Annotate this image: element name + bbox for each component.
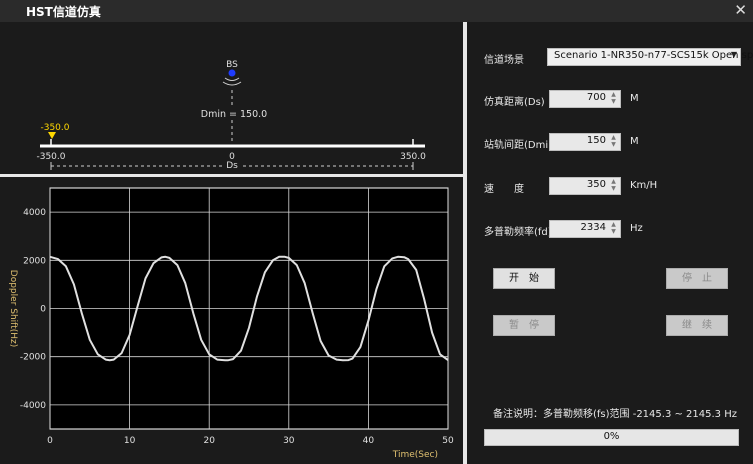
distance-value: 700 — [586, 92, 606, 103]
scenario-select[interactable]: Scenario 1-NR350-n77-SCS15k Open space ▼ — [547, 48, 753, 66]
x-tick-label: 40 — [363, 436, 375, 446]
ds-label: Ds — [226, 161, 238, 171]
train-position-text: -350.0 — [40, 123, 69, 133]
speed-unit: Km/H — [630, 180, 658, 191]
distance-unit: M — [630, 93, 639, 104]
progress-text: 0% — [603, 431, 620, 442]
start-button[interactable]: 开 始 — [493, 268, 555, 289]
spin-arrows-icon[interactable]: ▲ ▼ — [609, 91, 618, 107]
distance-field[interactable]: 700 ▲ ▼ — [549, 90, 621, 108]
track-diagram: BS Dmin = 150.0 -350.0 -350.0 0 350.0 Ds — [36, 60, 426, 171]
doppler-label: 多普勒频率(fd) — [484, 227, 552, 238]
speed-field[interactable]: 350 ▲ ▼ — [549, 177, 621, 195]
signal-wave-icon — [222, 77, 242, 86]
stop-button[interactable]: 停 止 — [666, 268, 728, 289]
note-text: 备注说明：多普勒频移(fs)范围 -2145.3 ~ 2145.3 Hz — [493, 409, 737, 420]
speed-value: 350 — [586, 179, 606, 190]
dmin-field[interactable]: 150 ▲ ▼ — [549, 133, 621, 151]
bs-label: BS — [226, 60, 238, 70]
dmin-label: 站轨间距(Dmin) — [484, 140, 559, 151]
x-tick-label: 50 — [442, 436, 454, 446]
y-tick-label: -4000 — [20, 401, 46, 411]
y-axis-label: Doppler Shift(Hz) — [8, 270, 18, 347]
scenario-value: Scenario 1-NR350-n77-SCS15k Open space — [554, 50, 753, 61]
settings-panel — [467, 22, 753, 464]
base-station-icon — [228, 69, 236, 77]
track-right-tick: 350.0 — [400, 152, 426, 162]
x-axis-label: Time(Sec) — [392, 450, 438, 460]
spin-arrows-icon[interactable]: ▲ ▼ — [609, 178, 618, 194]
y-tick-label: 4000 — [23, 208, 46, 218]
dmin-value: 150 — [586, 135, 606, 146]
scenario-label: 信道场景 — [484, 55, 524, 66]
y-tick-label: -2000 — [20, 353, 46, 363]
title-bar: HST信道仿真 ✕ — [0, 0, 753, 22]
x-tick-label: 20 — [203, 436, 215, 446]
close-icon[interactable]: ✕ — [734, 1, 747, 19]
x-tick-label: 0 — [47, 436, 53, 446]
window-title: HST信道仿真 — [26, 5, 101, 19]
x-tick-label: 10 — [124, 436, 136, 446]
y-tick-label: 0 — [40, 305, 46, 315]
x-tick-label: 30 — [283, 436, 295, 446]
track-left-tick: -350.0 — [36, 152, 65, 162]
distance-label: 仿真距离(Ds) — [484, 97, 545, 108]
resume-button[interactable]: 继 续 — [666, 315, 728, 336]
chevron-down-icon: ▼ — [730, 50, 737, 59]
y-tick-label: 2000 — [23, 256, 46, 266]
doppler-unit: Hz — [630, 223, 643, 234]
dmin-unit: M — [630, 136, 639, 147]
progress-bar: 0% — [484, 429, 739, 446]
doppler-field[interactable]: 2334 ▲ ▼ — [549, 220, 621, 238]
dmin-text: Dmin = 150.0 — [201, 109, 267, 120]
speed-label: 速 度 — [484, 184, 524, 195]
doppler-chart: 0 10 20 30 40 50 4000 2000 0 -2000 -4000 Time(Sec) D… — [8, 187, 454, 460]
pause-button[interactable]: 暂 停 — [493, 315, 555, 336]
train-marker-icon — [48, 132, 56, 139]
doppler-value: 2334 — [580, 222, 606, 233]
spin-arrows-icon[interactable]: ▲ ▼ — [609, 134, 618, 150]
spin-arrows-icon[interactable]: ▲ ▼ — [609, 221, 618, 237]
